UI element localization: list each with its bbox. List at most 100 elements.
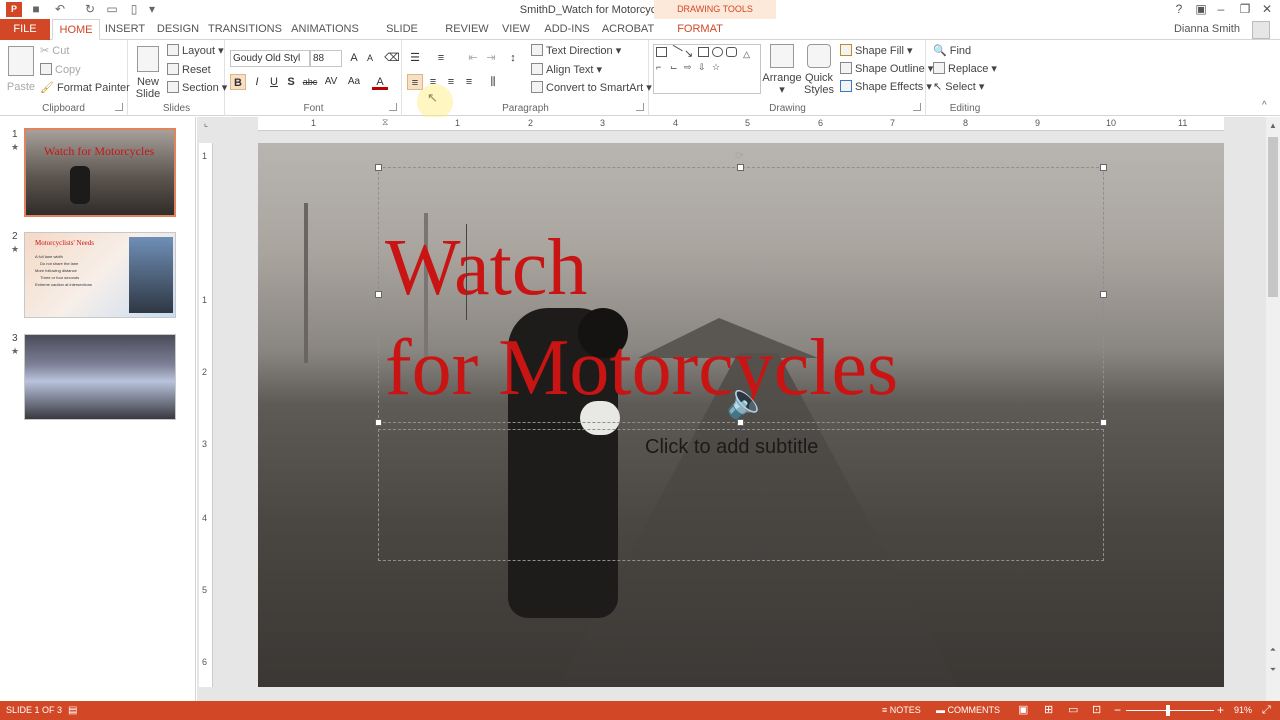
tab-format[interactable]: FORMAT [672,19,728,40]
minimize-button[interactable]: – [1210,2,1232,17]
drawing-dialog-launcher-icon[interactable] [913,103,921,111]
numbering-icon[interactable]: ≡ [433,50,449,66]
font-dialog-launcher-icon[interactable] [389,103,397,111]
paragraph-dialog-launcher-icon[interactable] [636,103,644,111]
fit-slide-to-window-icon[interactable]: ⤢ [1262,701,1271,720]
find-button[interactable]: 🔍 Find [933,44,971,58]
indent-marker-icon[interactable]: ⧖ [382,117,388,128]
font-color-button[interactable]: A [372,74,388,90]
select-button[interactable]: ↖ Select ▾ [933,80,984,94]
scroll-up-icon[interactable]: ▲ [1267,121,1279,133]
line-shape-icon[interactable] [668,44,683,60]
rotate-handle-icon[interactable]: ⟳ [735,149,744,162]
cut-button[interactable]: ✂ Cut [40,44,69,58]
reset-button[interactable]: Reset [167,63,211,77]
slide-canvas[interactable]: Watch for Motorcycles ⟳ Click to add sub… [258,143,1224,687]
resize-handle[interactable] [1100,291,1107,298]
close-button[interactable]: ✕ [1256,2,1278,17]
bold-button[interactable]: B [230,74,246,90]
zoom-out-button[interactable]: − [1114,701,1121,720]
star-shape-icon[interactable]: ☆ [712,62,723,72]
resize-handle[interactable] [375,164,382,171]
italic-button[interactable]: I [249,74,265,90]
zoom-level[interactable]: 91% [1234,701,1252,720]
tab-animations[interactable]: ANIMATIONS [288,19,362,40]
collapse-ribbon-icon[interactable]: ^ [1262,100,1267,111]
increase-font-size-button[interactable]: A [346,50,362,66]
oval-shape-icon[interactable] [712,47,723,57]
slide-show-view-icon[interactable]: ⊡ [1092,701,1101,720]
copy-button[interactable]: Copy [40,63,81,77]
ribbon-display-options-icon[interactable]: ▣ [1190,2,1212,17]
zoom-slider-thumb[interactable] [1166,705,1170,716]
decrease-font-size-button[interactable]: A [362,50,378,66]
justify-icon[interactable]: ≡ [461,74,477,90]
resize-handle[interactable] [1100,164,1107,171]
change-case-button[interactable]: Aa [344,74,364,90]
vertical-scrollbar[interactable]: ▲ ⏶ ⏷ [1266,117,1280,701]
right-arrow-shape-icon[interactable]: ⇨ [684,62,695,72]
comments-button[interactable]: ▬ COMMENTS [936,701,1000,720]
increase-indent-icon[interactable]: ⇥ [483,50,499,66]
align-text-button[interactable]: Align Text ▾ [531,63,602,77]
tab-design[interactable]: DESIGN [154,19,202,40]
resize-handle[interactable] [1100,419,1107,426]
user-name[interactable]: Dianna Smith [1174,19,1240,40]
tab-transitions[interactable]: TRANSITIONS [208,19,282,40]
zoom-in-button[interactable]: + [1217,701,1224,720]
clear-formatting-icon[interactable]: ⌫ [384,50,400,66]
font-size-combo[interactable]: 88 [310,50,342,67]
replace-button[interactable]: Replace ▾ [933,62,997,76]
font-name-combo[interactable]: Goudy Old Styl [230,50,310,67]
strikethrough-button[interactable]: abc [300,74,320,90]
new-slide-button[interactable]: New Slide [131,46,165,100]
text-shadow-button[interactable]: S [283,74,299,90]
resize-handle[interactable] [737,164,744,171]
arrange-button[interactable]: Arrange ▾ [762,44,802,96]
slide-thumbnail-2[interactable]: Motorcyclists' Needs A full lane width D… [24,232,176,318]
character-spacing-button[interactable]: AV [320,74,342,90]
textbox-shape-icon[interactable] [656,47,667,57]
tab-acrobat[interactable]: ACROBAT [600,19,656,40]
next-slide-icon[interactable]: ⏷ [1267,665,1279,677]
convert-to-smartart-button[interactable]: Convert to SmartArt ▾ [531,81,652,95]
slide-sorter-view-icon[interactable]: ⊞ [1044,701,1053,720]
notes-button[interactable]: ≡ NOTES [882,701,921,720]
section-button[interactable]: Section ▾ [167,81,227,95]
tab-stop-selector-icon[interactable]: ⌞ [200,118,212,130]
quick-styles-button[interactable]: Quick Styles [802,44,836,96]
tab-add-ins[interactable]: ADD-INS [540,19,594,40]
rounded-rectangle-shape-icon[interactable] [726,47,737,57]
resize-handle[interactable] [375,291,382,298]
slide-title-line-2[interactable]: for Motorcycles [385,328,898,408]
spelling-check-icon[interactable]: ▤ [68,701,77,720]
tab-home[interactable]: HOME [52,19,100,40]
shape-fill-button[interactable]: Shape Fill ▾ [840,44,913,58]
paste-button[interactable]: Paste [6,46,36,94]
tab-slide-show[interactable]: SLIDE SHOW [368,19,436,56]
resize-handle[interactable] [375,419,382,426]
shapes-gallery[interactable]: ↘ △ ⌐ ⌙ ⇨ ⇩ ☆ [653,44,761,94]
arrow-line-shape-icon[interactable]: ↘ [684,47,695,60]
down-arrow-shape-icon[interactable]: ⇩ [698,62,709,72]
tab-view[interactable]: VIEW [498,19,534,40]
align-left-icon[interactable]: ≡ [407,74,423,90]
audio-speaker-icon[interactable]: 🔈 [726,381,768,421]
subtitle-placeholder[interactable]: Click to add subtitle [378,429,1104,561]
tab-review[interactable]: REVIEW [444,19,490,40]
slide-thumbnail-1[interactable]: Watch for Motorcycles [24,128,176,217]
elbow-connector-shape-icon[interactable]: ⌙ [670,62,681,72]
slide-title-line-1[interactable]: Watch [385,228,587,308]
format-painter-button[interactable]: 🖌 Format Painter [40,81,130,95]
subtitle-placeholder-text[interactable]: Click to add subtitle [645,436,818,459]
rectangle-shape-icon[interactable] [698,47,709,57]
tab-insert[interactable]: INSERT [104,19,146,40]
scrollbar-thumb[interactable] [1268,137,1278,297]
line-spacing-icon[interactable]: ↕ [505,50,521,66]
previous-slide-icon[interactable]: ⏶ [1267,645,1279,657]
help-button[interactable]: ? [1168,2,1190,17]
layout-button[interactable]: Layout ▾ [167,44,224,58]
restore-button[interactable]: ❐ [1234,2,1256,17]
shape-outline-button[interactable]: Shape Outline ▾ [840,62,933,76]
reading-view-icon[interactable]: ▭ [1068,701,1078,720]
